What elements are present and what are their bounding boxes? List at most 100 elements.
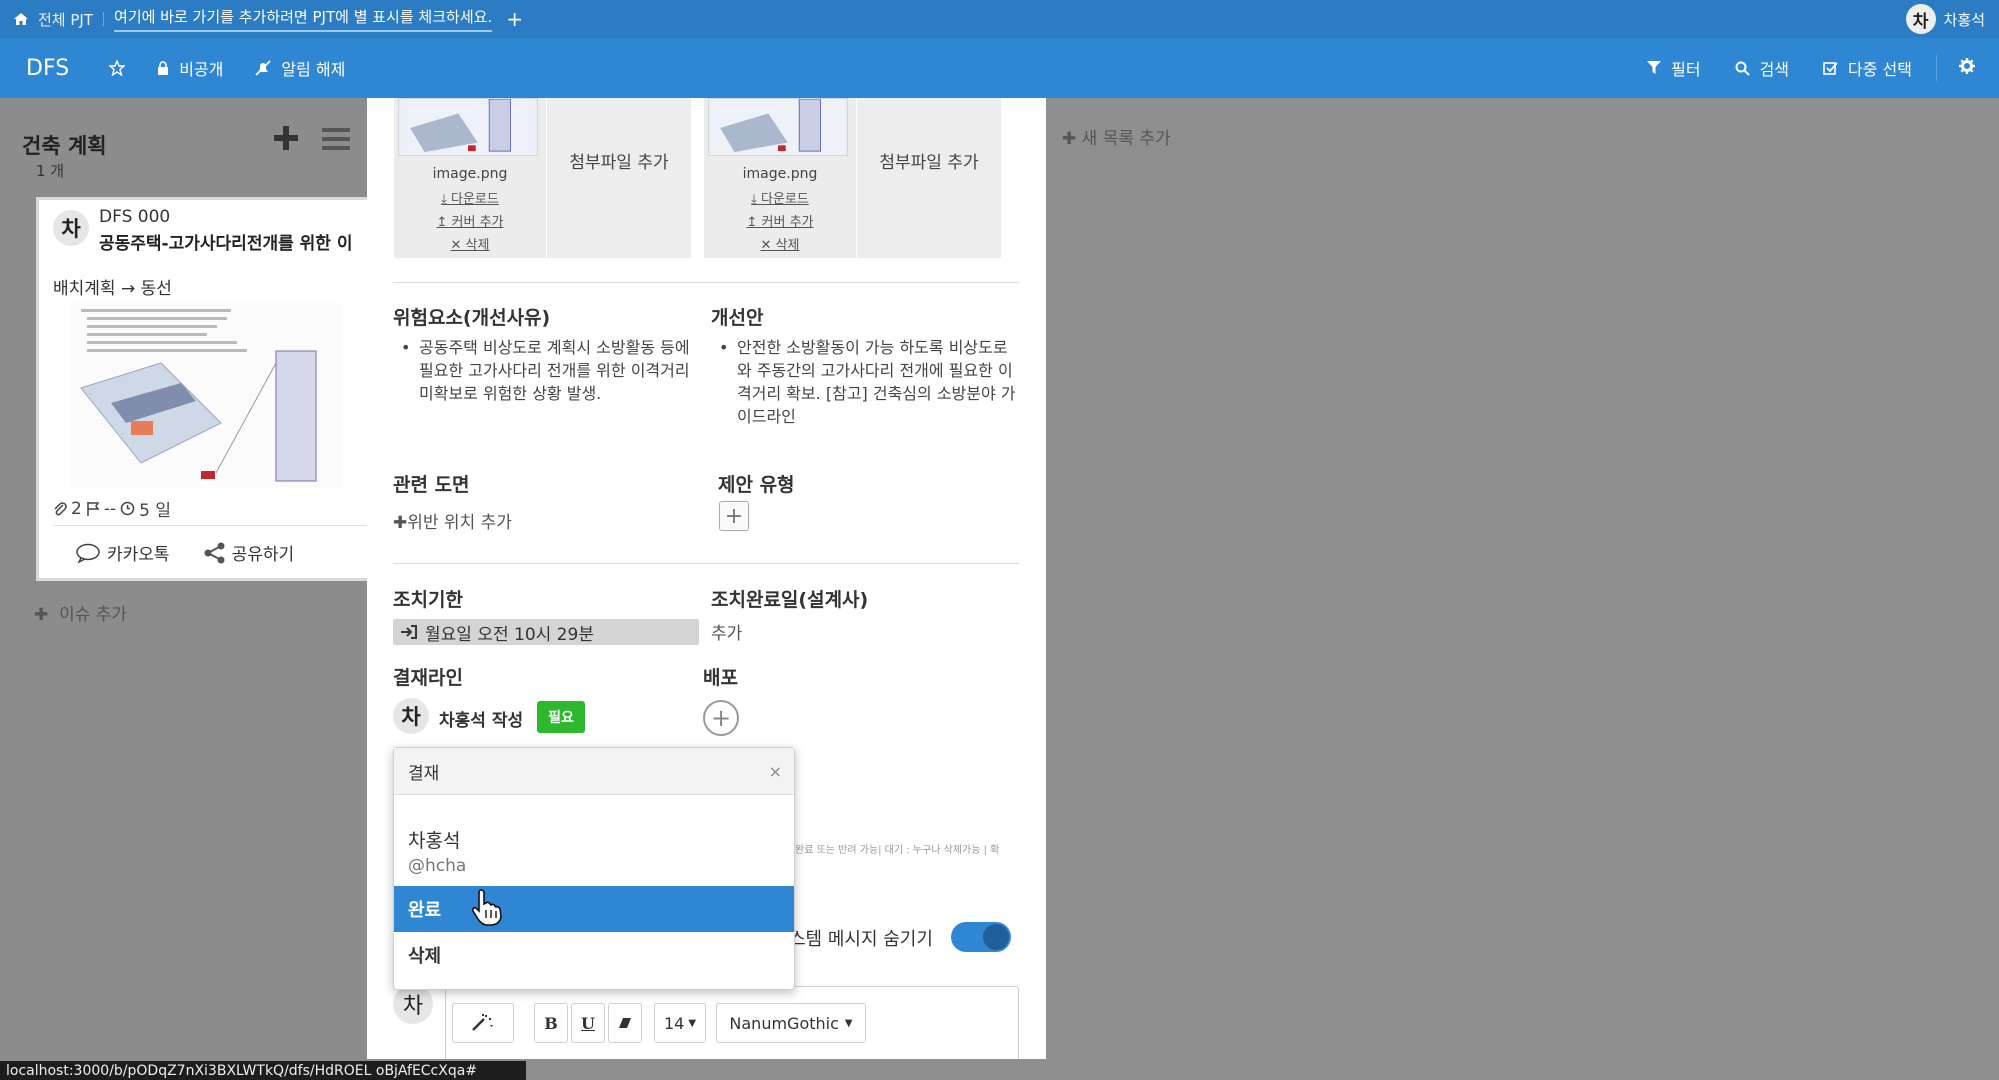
plus-icon[interactable] (272, 124, 300, 152)
popover-header: 결재 × (394, 748, 794, 795)
attachment-filename: image.png (742, 166, 818, 182)
approver-name[interactable]: 차홍석 작성 (439, 706, 523, 731)
multi-select-label: 다중 선택 (1848, 60, 1912, 79)
paperclip-icon (54, 501, 67, 515)
add-list-label: 새 목록 추가 (1081, 129, 1171, 149)
hamburger-menu-icon[interactable] (322, 128, 350, 150)
add-completion-date-button[interactable]: 추가 (711, 619, 742, 644)
kakao-button[interactable]: 카카오톡 (75, 540, 170, 565)
drawing-heading: 관련 도면 (393, 474, 470, 496)
font-family-value: NanumGothic (729, 1013, 839, 1033)
list-title[interactable]: 건축 계획 (22, 130, 107, 160)
add-cover-link[interactable]: ↥ 커버 추가 (394, 211, 546, 230)
add-attachment-button[interactable]: 첨부파일 추가 (857, 98, 1001, 258)
avatar[interactable]: 차 (393, 698, 429, 734)
filter-button[interactable]: 필터 (1647, 56, 1701, 80)
divider (53, 525, 367, 526)
font-family-select[interactable]: NanumGothic ▼ (716, 1003, 866, 1043)
download-link[interactable]: ⤓ 다운로드 (394, 188, 546, 207)
kakao-label: 카카오톡 (107, 545, 170, 565)
filter-label: 필터 (1671, 60, 1701, 79)
font-size-value: 14 (663, 1013, 685, 1033)
improve-text[interactable]: 안전한 소방활동이 가능 하도록 비상도로와 주동간의 고가사다리 전개에 필요… (711, 336, 1019, 428)
tab-shortcut-hint[interactable]: 여기에 바로 가기를 추가하려면 PJT에 별 표시를 체크하세요. (114, 6, 493, 32)
status-badge[interactable]: 필요 (537, 701, 585, 733)
share-row: 카카오톡 공유하기 (75, 540, 294, 565)
magic-wand-button[interactable] (452, 1003, 514, 1043)
approval-hint-text: 완료 또는 반려 가능| 대기 : 누구나 삭제가능 | 확 (795, 845, 1000, 856)
due-value: -- (103, 498, 117, 519)
days-value: 5 일 (139, 501, 171, 521)
close-icon[interactable]: × (769, 762, 782, 781)
comment-editor[interactable]: B U 14 ▼ NanumGothic ▼ (445, 986, 1019, 1059)
delete-attachment-link[interactable]: ✕ 삭제 (394, 234, 546, 253)
add-attachment-button[interactable]: 첨부파일 추가 (547, 98, 691, 258)
underline-button[interactable]: U (571, 1003, 605, 1043)
completion-date-heading: 조치완료일(설계사) (711, 589, 869, 611)
notify-off-button[interactable]: 알림 해제 (255, 56, 345, 80)
star-button[interactable] (109, 60, 126, 76)
add-tab-icon[interactable]: + (506, 7, 523, 31)
eraser-button[interactable] (608, 1003, 642, 1043)
filter-icon (1647, 61, 1662, 74)
checkbox-icon (1823, 61, 1838, 75)
divider (393, 282, 1019, 283)
notify-off-label: 알림 해제 (281, 60, 346, 79)
list-column: 건축 계획 1 개 차 DFS 000 공동주택-고가사다리전개를 위한 이 배… (0, 98, 370, 1080)
download-label: 다운로드 (451, 192, 499, 207)
risk-text[interactable]: 공동주택 비상도로 계획시 소방활동 등에 필요한 고가사다리 전개를 위한 이… (393, 336, 699, 405)
divider (1936, 55, 1937, 81)
approve-complete-option[interactable]: 완료 (394, 886, 794, 932)
caret-down-icon: ▼ (844, 1017, 853, 1029)
list-count: 1 개 (36, 162, 65, 180)
board-title[interactable]: DFS (26, 56, 69, 81)
add-violation-location-label: 위반 위치 추가 (407, 513, 512, 533)
card-cover-image (71, 303, 343, 488)
approval-popover: 결재 × 차홍석 @hcha 완료 삭제 (393, 747, 795, 990)
improve-heading: 개선안 (711, 307, 764, 329)
download-link[interactable]: ⤓ 다운로드 (704, 188, 856, 207)
share-icon (204, 542, 225, 563)
attachment-thumbnail[interactable] (398, 98, 538, 156)
add-cover-link[interactable]: ↥ 커버 추가 (704, 211, 856, 230)
private-label: 비공개 (179, 60, 224, 79)
magic-wand-icon (472, 1014, 493, 1031)
eraser-icon (619, 1018, 631, 1028)
delete-attachment-link[interactable]: ✕ 삭제 (704, 234, 856, 253)
add-list-button[interactable]: ✚ 새 목록 추가 (1062, 124, 1171, 149)
all-projects-link[interactable]: 전체 PJT (38, 9, 93, 30)
add-distribution-button[interactable]: + (703, 700, 739, 736)
user-name: 차홍석 (1943, 10, 1985, 29)
popover-user-name: 차홍석 (408, 830, 461, 852)
delete-option[interactable]: 삭제 (394, 932, 794, 978)
home-icon[interactable] (14, 13, 28, 25)
font-size-select[interactable]: 14 ▼ (654, 1003, 706, 1043)
add-cover-label: 커버 추가 (451, 215, 504, 230)
toggle-knob (983, 924, 1009, 950)
clock-icon (120, 501, 135, 516)
deadline-value: 월요일 오전 10시 29분 (425, 624, 594, 645)
card-title: 공동주택-고가사다리전개를 위한 이 (99, 234, 353, 254)
hide-system-message-toggle[interactable] (951, 922, 1011, 952)
multi-select-button[interactable]: 다중 선택 (1823, 56, 1912, 80)
user-menu[interactable]: 차 차홍석 (1905, 4, 1985, 34)
board-header: DFS 비공개 알림 해제 필터 검색 다중 선택 (0, 38, 1999, 98)
issue-card[interactable]: 차 DFS 000 공동주택-고가사다리전개를 위한 이 배치계획 → 동선 2… (36, 197, 370, 581)
share-button[interactable]: 공유하기 (204, 540, 294, 565)
star-icon (109, 60, 126, 76)
add-proposal-type-button[interactable]: + (719, 501, 749, 531)
add-issue-button[interactable]: ✚ 이슈 추가 (34, 600, 127, 625)
search-button[interactable]: 검색 (1735, 56, 1789, 80)
private-button[interactable]: 비공개 (157, 56, 223, 80)
add-violation-location-button[interactable]: ✚위반 위치 추가 (393, 508, 512, 533)
divider (393, 563, 1019, 564)
risk-heading: 위험요소(개선사유) (393, 307, 551, 329)
flag-icon (87, 501, 100, 516)
bold-button[interactable]: B (534, 1003, 568, 1043)
deadline-field[interactable]: 월요일 오전 10시 29분 (393, 619, 699, 645)
settings-button[interactable] (1959, 58, 1975, 78)
attachment-thumbnail[interactable] (708, 98, 848, 156)
avatar: 차 (53, 210, 89, 246)
search-icon (1735, 61, 1750, 76)
add-issue-label: 이슈 추가 (59, 605, 128, 625)
